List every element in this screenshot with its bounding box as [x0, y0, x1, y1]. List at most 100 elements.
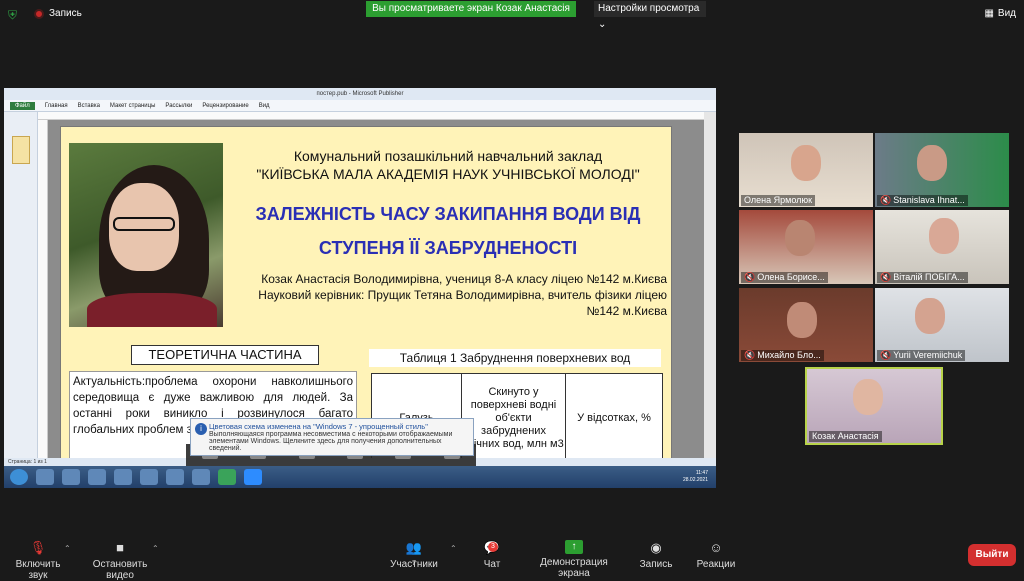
participant-name-text: Віталій ПОБІГА... [893, 272, 965, 282]
view-options-dropdown[interactable]: Настройки просмотра ⌄ [594, 1, 706, 30]
participant-name: Олена Ярмолюк [741, 195, 816, 206]
participant-tile[interactable]: Олена Ярмолюк [739, 133, 873, 207]
ribbon-tab-insert[interactable]: Вставка [78, 103, 100, 109]
participant-face [853, 379, 883, 415]
participants-chevron-icon[interactable]: ⌃ [450, 544, 457, 553]
participant-tile[interactable]: 🔇 Михайло Бло... [739, 288, 873, 362]
participant-name-text: Yurii Veremiichuk [893, 350, 963, 360]
taskbar-clock[interactable]: 11:47 28.02.2021 [683, 470, 708, 484]
participant-name: 🔇 Yurii Veremiichuk [877, 350, 966, 361]
color-scheme-notification[interactable]: i Цветовая схема изменена на "Windows 7 … [190, 418, 474, 456]
zoom-icon[interactable] [244, 469, 262, 485]
table-header-cell: Скинуто у поверхневі водні об'єкти забру… [461, 373, 566, 458]
meeting-top-bar: ⛨ Запись Вы просматриваете экран Козак А… [0, 0, 1024, 30]
clock-time: 11:47 [695, 470, 708, 476]
publisher-icon[interactable] [218, 469, 236, 485]
ribbon-tab-home[interactable]: Главная [45, 103, 68, 109]
player-icon[interactable] [88, 469, 106, 485]
ie-icon[interactable] [36, 469, 54, 485]
record-icon: ◉ [650, 540, 662, 555]
unmute-button[interactable]: 🎙 Включить звук [6, 540, 70, 581]
poster-title-line-2: СТУПЕНЯ ЇЇ ЗАБРУДНЕНОСТІ [318, 238, 578, 258]
info-icon: i [195, 423, 207, 435]
section-heading: ТЕОРЕТИЧНА ЧАСТИНА [131, 345, 319, 365]
active-speaker-tile[interactable]: Козак Анастасія [805, 367, 943, 445]
stop-video-label: Остановить видео [92, 559, 148, 581]
video-options-chevron-icon[interactable]: ⌃ [152, 544, 159, 553]
poster-authors: Козак Анастасія Володимирівна, учениця 8… [221, 271, 667, 319]
participant-name: 🔇 Михайло Бло... [741, 350, 824, 361]
record-button[interactable]: ◉ Запись [638, 540, 674, 570]
unmute-label: Включить звук [15, 559, 61, 581]
muted-mic-icon: 🔇 [880, 350, 892, 360]
viber-icon[interactable] [166, 469, 184, 485]
participant-name: Козак Анастасія [809, 431, 882, 442]
muted-mic-icon: 🔇 [880, 272, 892, 282]
share-screen-button[interactable]: ↑ Демонстрация экрана [526, 540, 622, 579]
video-camera-icon: ■ [116, 540, 124, 555]
participant-tile[interactable]: 🔇 Олена Борисе... [739, 210, 873, 284]
chevron-down-icon: ⌄ [598, 19, 607, 30]
participant-tile[interactable]: 🔇 Віталій ПОБІГА... [875, 210, 1009, 284]
institution-name: Комунальний позашкільний навчальний закл… [231, 147, 665, 183]
page-thumbnail[interactable] [12, 136, 30, 164]
poster-title: ЗАЛЕЖНІСТЬ ЧАСУ ЗАКИПАННЯ ВОДИ ВІД СТУПЕ… [231, 197, 665, 265]
author-photo [69, 143, 223, 327]
audio-options-chevron-icon[interactable]: ⌃ [64, 544, 71, 553]
folder-icon[interactable] [140, 469, 158, 485]
clock-date: 28.02.2021 [682, 477, 708, 483]
chrome-icon[interactable] [192, 469, 210, 485]
participants-button[interactable]: 👥7 Участники [390, 540, 438, 570]
ribbon-tab-file[interactable]: Файл [10, 101, 35, 110]
reactions-button[interactable]: ☺ Реакции [696, 540, 736, 570]
screen-share-banner: Вы просматриваете экран Козак Анастасія [366, 1, 576, 17]
leave-meeting-button[interactable]: Выйти [968, 544, 1016, 566]
institution-line-1: Комунальний позашкільний навчальний закл… [293, 148, 603, 164]
chat-label: Чат [483, 559, 501, 570]
view-button-label: Вид [997, 8, 1016, 19]
participant-tile[interactable]: 🔇 Yurii Veremiichuk [875, 288, 1009, 362]
poster-title-line-1: ЗАЛЕЖНІСТЬ ЧАСУ ЗАКИПАННЯ ВОДИ ВІД [255, 204, 641, 224]
table-title: Таблиця 1 Забруднення поверхневих вод [369, 349, 661, 367]
participant-name-text: Stanislava Ihnat... [893, 195, 965, 205]
share-screen-icon: ↑ [565, 540, 583, 554]
participant-name: 🔇 Віталій ПОБІГА... [877, 272, 968, 283]
chat-badge: 3 [488, 542, 498, 552]
muted-mic-icon: 🔇 [744, 350, 756, 360]
ribbon-tab-view[interactable]: Вид [259, 103, 270, 109]
smiley-icon: ☺ [709, 540, 723, 555]
chat-button[interactable]: 💬 3 Чат [476, 540, 508, 570]
vertical-scrollbar[interactable] [704, 112, 716, 458]
participant-face [929, 218, 959, 254]
participant-face [785, 220, 815, 256]
record-button-label: Запись [639, 559, 673, 570]
participant-name-text: Олена Борисе... [757, 272, 825, 282]
author-line-1: Козак Анастасія Володимирівна, учениця 8… [261, 272, 667, 286]
notification-body: Выполняющаяся программа несовместима с н… [209, 431, 453, 452]
shield-icon[interactable]: ⛨ [8, 8, 22, 22]
media-icon[interactable] [62, 469, 80, 485]
record-label: Запись [49, 8, 82, 19]
photo-shirt [87, 293, 217, 327]
participant-tile[interactable]: 🔇 Stanislava Ihnat... [875, 133, 1009, 207]
table-header-cell: У відсотках, % [565, 373, 663, 458]
record-dot-icon [34, 8, 44, 19]
pin-icon[interactable] [114, 469, 132, 485]
vertical-ruler [38, 120, 48, 458]
author-line-2: Науковий керівник: Прущик Тетяна Володим… [258, 288, 667, 302]
participant-face [917, 145, 947, 181]
view-button[interactable]: ▦ Вид [984, 8, 1016, 19]
shared-screen: постер.pub - Microsoft Publisher Файл Гл… [4, 88, 716, 488]
participant-name: 🔇 Олена Борисе... [741, 272, 828, 283]
notification-title: Цветовая схема изменена на "Windows 7 - … [209, 422, 428, 431]
stop-video-button[interactable]: ■ Остановить видео [80, 540, 160, 581]
author-line-3: №142 м.Києва [586, 304, 667, 318]
ribbon-tab-review[interactable]: Рецензирование [202, 103, 248, 109]
ribbon-tab-layout[interactable]: Макет страницы [110, 103, 155, 109]
participant-face [915, 298, 945, 334]
recording-indicator[interactable]: Запись [34, 8, 82, 19]
ribbon-tab-mailings[interactable]: Рассылки [165, 103, 192, 109]
start-button-icon[interactable] [10, 469, 28, 485]
grid-icon: ▦ [984, 8, 994, 19]
participant-face [791, 145, 821, 181]
